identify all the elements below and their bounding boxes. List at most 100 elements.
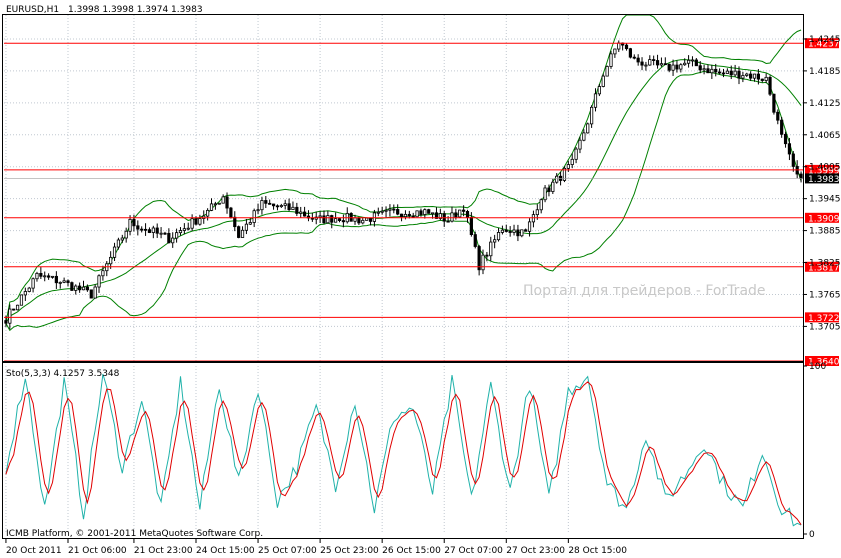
stochastic-tick-label: 100	[809, 362, 826, 372]
candle-body	[547, 187, 551, 192]
candle-body	[516, 229, 520, 237]
candle-body	[384, 209, 388, 212]
candle-body	[287, 203, 291, 211]
candle-body	[493, 239, 497, 243]
panel-frames	[2, 14, 804, 539]
candle-body	[605, 66, 609, 77]
candle-body	[617, 42, 621, 50]
price-tick-label: 1.4005	[809, 163, 841, 173]
candle-body	[140, 228, 144, 231]
indicator-panel-frame	[2, 362, 804, 539]
chart-canvas[interactable]: 1.42371.39991.39091.38171.37221.36401.39…	[0, 0, 841, 558]
candle-body	[136, 225, 140, 230]
candle-body	[675, 64, 679, 70]
candle-body	[221, 196, 225, 204]
candle-body	[500, 229, 505, 233]
candle-body	[151, 227, 155, 233]
candle-body	[155, 227, 159, 234]
candle-body	[275, 205, 280, 208]
candle-body	[58, 281, 62, 284]
candle-body	[776, 111, 780, 121]
level-lines[interactable]: 1.42371.39991.39091.38171.37221.36401.39…	[4, 38, 840, 368]
candle-body	[217, 202, 221, 205]
candle-body	[237, 226, 241, 238]
time-tick-label: 25 Oct 23:00	[320, 546, 379, 556]
candle-body	[555, 175, 559, 183]
candle-body	[586, 123, 590, 134]
candle-body	[89, 289, 93, 299]
candle-body	[244, 223, 249, 231]
price-tick-label: 1.3825	[809, 259, 841, 269]
time-tick-label: 26 Oct 15:00	[382, 546, 441, 556]
candle-body	[291, 206, 295, 211]
candle-body	[81, 286, 86, 291]
price-tick-label: 1.3945	[809, 195, 841, 205]
price-tick-label: 1.3885	[809, 227, 841, 237]
watermark: Портал для трейдеров - ForTrade	[523, 283, 766, 299]
bollinger-upper	[5, 14, 802, 324]
candle-body	[702, 68, 706, 71]
candle-body	[698, 65, 702, 71]
candle-body	[112, 246, 117, 258]
candle-body	[392, 208, 396, 211]
candle-body	[167, 232, 171, 244]
candle-body	[725, 70, 729, 74]
time-tick-label: 21 Oct 23:00	[134, 546, 193, 556]
candle-body	[508, 231, 512, 233]
candle-body	[23, 291, 27, 296]
candle-body	[283, 203, 287, 206]
candle-body	[570, 158, 574, 165]
candle-body	[710, 68, 714, 74]
candle-body	[248, 222, 252, 225]
symbol-label: EURUSD,H1	[6, 5, 59, 15]
candle-body	[520, 229, 524, 237]
candle-body	[399, 213, 404, 218]
current-price-label: 1.3983	[808, 175, 840, 185]
candle-body	[667, 63, 671, 71]
candle-body	[124, 230, 128, 239]
candle-body	[159, 232, 163, 235]
candle-body	[337, 218, 342, 221]
candle-body	[465, 210, 470, 218]
candle-body	[19, 294, 24, 306]
candle-body	[512, 229, 516, 233]
candle-body	[50, 275, 55, 278]
candle-body	[729, 70, 733, 76]
candle-body	[357, 217, 361, 224]
candle-body	[101, 270, 105, 277]
candle-body	[714, 68, 718, 73]
price-tick-label: 1.4185	[809, 67, 841, 77]
candle-body	[791, 153, 795, 167]
candle-body	[128, 218, 132, 232]
candle-body	[593, 93, 598, 108]
candle-body	[733, 70, 737, 76]
candle-body	[772, 93, 776, 113]
candle-body	[388, 208, 392, 211]
candle-body	[403, 213, 408, 218]
candle-body	[143, 228, 148, 231]
candle-body	[171, 237, 175, 244]
candle-body	[450, 212, 454, 222]
candle-body	[671, 64, 675, 71]
candle-body	[624, 44, 629, 50]
candle-body	[198, 218, 202, 225]
candle-body	[4, 320, 8, 324]
candle-body	[47, 275, 51, 278]
candle-body	[737, 70, 741, 79]
footer-copyright: ICMB Platform, © 2001-2011 MetaQuotes So…	[6, 529, 263, 539]
candle-body	[787, 143, 792, 155]
candle-body	[54, 275, 58, 284]
candle-body	[194, 218, 198, 225]
candle-body	[609, 53, 613, 67]
candle-body	[15, 304, 20, 311]
candle-body	[539, 199, 543, 211]
candle-body	[423, 209, 427, 215]
candle-body	[43, 275, 47, 278]
candle-body	[186, 227, 190, 230]
candle-body	[147, 229, 152, 233]
candle-body	[240, 229, 245, 238]
candle-body	[566, 164, 570, 169]
candle-body	[295, 206, 299, 214]
stochastic-lines	[5, 373, 802, 527]
candle-body	[489, 241, 493, 257]
